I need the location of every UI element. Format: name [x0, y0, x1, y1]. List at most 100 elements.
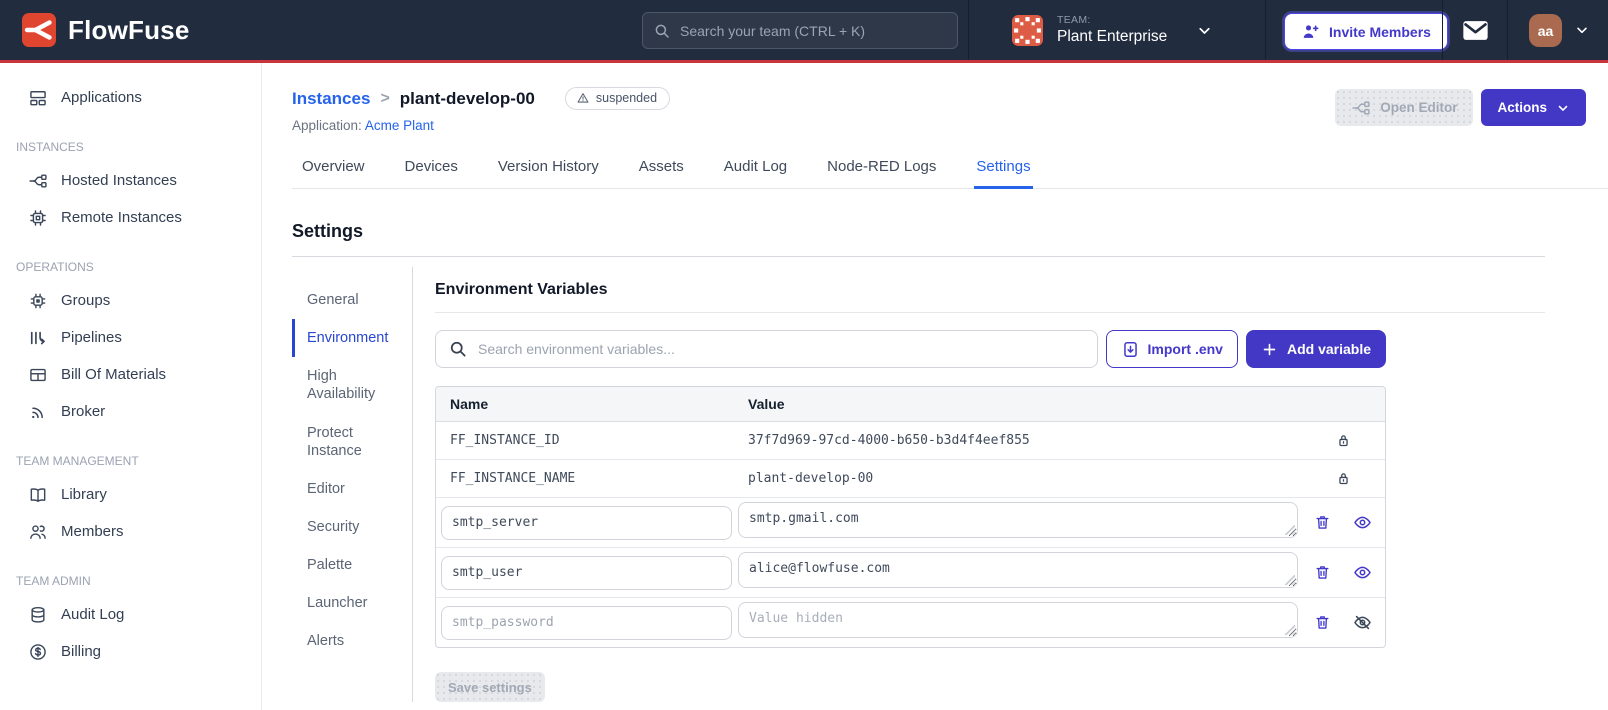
settings-nav-alerts[interactable]: Alerts — [292, 622, 412, 660]
team-chevron-down-icon[interactable] — [1196, 22, 1213, 39]
delete-variable-button[interactable] — [1314, 514, 1331, 531]
brand-name: FlowFuse — [68, 14, 190, 45]
actions-button[interactable]: Actions — [1481, 89, 1586, 126]
application-link[interactable]: Acme Plant — [365, 118, 434, 133]
sidebar: Applications INSTANCES Hosted Instances … — [0, 63, 262, 710]
sidebar-item-label: Broker — [61, 403, 106, 420]
tab-node-red-logs[interactable]: Node-RED Logs — [825, 149, 938, 188]
save-settings-button[interactable]: Save settings — [435, 672, 545, 702]
add-variable-button[interactable]: Add variable — [1245, 330, 1386, 368]
settings-nav-general[interactable]: General — [292, 281, 412, 319]
env-variables-table: Name Value FF_INSTANCE_ID 37f7d969-97cd-… — [435, 386, 1386, 648]
signal-rss-icon — [28, 402, 48, 422]
groups-chip-icon — [28, 291, 48, 311]
pipe-branch-icon — [28, 171, 48, 191]
lock-icon — [1335, 432, 1352, 449]
column-header-name: Name — [450, 396, 489, 412]
delete-variable-button[interactable] — [1314, 564, 1331, 581]
sidebar-item-label: Applications — [61, 89, 142, 106]
eye-icon[interactable] — [1353, 563, 1372, 582]
settings-nav-protect-instance[interactable]: Protect Instance — [292, 414, 412, 470]
flowfuse-logo[interactable]: FlowFuse — [22, 13, 190, 47]
sidebar-item-billing[interactable]: Billing — [0, 633, 261, 670]
settings-nav: General Environment High Availability Pr… — [292, 267, 412, 702]
flowfuse-logo-icon — [22, 13, 56, 47]
table-row: smtp.gmail.com — [436, 498, 1385, 548]
tab-version-history[interactable]: Version History — [496, 149, 601, 188]
user-menu-chevron-down-icon[interactable] — [1574, 22, 1590, 38]
tab-overview[interactable]: Overview — [300, 149, 367, 188]
env-var-value-input[interactable] — [738, 602, 1298, 638]
team-search[interactable] — [642, 12, 958, 49]
env-var-value-input[interactable]: smtp.gmail.com — [738, 502, 1298, 538]
env-var-value-input[interactable]: alice@flowfuse.com — [738, 552, 1298, 588]
sidebar-item-label: Pipelines — [61, 329, 122, 346]
sidebar-item-groups[interactable]: Groups — [0, 282, 261, 319]
env-var-value: 37f7d969-97cd-4000-b650-b3d4f4eef855 — [748, 433, 1030, 448]
import-env-label: Import .env — [1147, 341, 1223, 357]
team-search-input[interactable] — [680, 22, 947, 39]
sidebar-item-audit-log[interactable]: Audit Log — [0, 596, 261, 633]
settings-nav-launcher[interactable]: Launcher — [292, 584, 412, 622]
tab-devices[interactable]: Devices — [403, 149, 460, 188]
delete-variable-button[interactable] — [1314, 614, 1331, 631]
sidebar-item-applications[interactable]: Applications — [0, 79, 261, 116]
tab-audit-log[interactable]: Audit Log — [722, 149, 789, 188]
env-var-value: plant-develop-00 — [748, 471, 874, 486]
pipelines-icon — [28, 328, 48, 348]
invite-members-button[interactable]: Invite Members — [1284, 13, 1448, 50]
settings-nav-editor[interactable]: Editor — [292, 470, 412, 508]
notifications-mail-icon[interactable] — [1462, 20, 1489, 41]
sidebar-item-broker[interactable]: Broker — [0, 393, 261, 430]
sidebar-item-label: Remote Instances — [61, 209, 182, 226]
env-var-name-input[interactable] — [441, 555, 732, 590]
env-search-input[interactable] — [478, 341, 1085, 357]
sidebar-item-pipelines[interactable]: Pipelines — [0, 319, 261, 356]
tab-assets[interactable]: Assets — [637, 149, 686, 188]
database-icon — [28, 605, 48, 625]
settings-nav-high-availability[interactable]: High Availability — [292, 357, 412, 413]
tab-settings[interactable]: Settings — [974, 149, 1033, 189]
open-editor-pipe-icon — [1351, 98, 1371, 118]
eye-icon[interactable] — [1353, 513, 1372, 532]
instance-tabs: Overview Devices Version History Assets … — [292, 149, 1608, 189]
sidebar-item-label: Billing — [61, 643, 102, 660]
env-search[interactable] — [435, 330, 1098, 368]
breadcrumb-instances-link[interactable]: Instances — [292, 89, 370, 109]
plus-icon — [1261, 341, 1278, 358]
settings-heading: Settings — [292, 221, 364, 241]
sidebar-item-label: Hosted Instances — [61, 172, 177, 189]
table-header-row: Name Value — [436, 387, 1385, 422]
status-badge: suspended — [564, 87, 671, 110]
open-editor-button[interactable]: Open Editor — [1335, 89, 1474, 126]
user-avatar[interactable]: aa — [1529, 14, 1562, 47]
sidebar-item-bill-of-materials[interactable]: Bill Of Materials — [0, 356, 261, 393]
table-row: alice@flowfuse.com — [436, 548, 1385, 598]
table-icon — [28, 365, 48, 385]
team-label: TEAM: — [1057, 14, 1091, 26]
settings-nav-security[interactable]: Security — [292, 508, 412, 546]
sidebar-item-members[interactable]: Members — [0, 513, 261, 550]
team-name: Plant Enterprise — [1057, 28, 1168, 45]
sidebar-section-instances: INSTANCES — [16, 140, 84, 154]
sidebar-item-library[interactable]: Library — [0, 476, 261, 513]
settings-divider — [292, 256, 1545, 257]
main-content: Open Editor Actions Instances > plant-de… — [262, 63, 1608, 710]
sidebar-section-team-management: TEAM MANAGEMENT — [16, 454, 139, 468]
env-var-name-input[interactable] — [441, 605, 732, 640]
lock-icon — [1335, 470, 1352, 487]
breadcrumb-separator: > — [380, 89, 390, 107]
sidebar-item-remote-instances[interactable]: Remote Instances — [0, 199, 261, 236]
sidebar-item-label: Bill Of Materials — [61, 366, 167, 383]
env-var-name: FF_INSTANCE_NAME — [450, 471, 576, 486]
team-selector[interactable]: TEAM: Plant Enterprise — [1012, 14, 1167, 46]
import-env-button[interactable]: Import .env — [1105, 330, 1238, 368]
avatar-initials: aa — [1537, 22, 1554, 39]
column-header-value: Value — [748, 396, 785, 412]
settings-nav-environment[interactable]: Environment — [292, 319, 412, 358]
sidebar-item-hosted-instances[interactable]: Hosted Instances — [0, 162, 261, 199]
eye-slash-icon[interactable] — [1353, 613, 1372, 632]
settings-nav-palette[interactable]: Palette — [292, 546, 412, 584]
env-var-name-input[interactable] — [441, 505, 732, 540]
sidebar-item-label: Audit Log — [61, 606, 125, 623]
